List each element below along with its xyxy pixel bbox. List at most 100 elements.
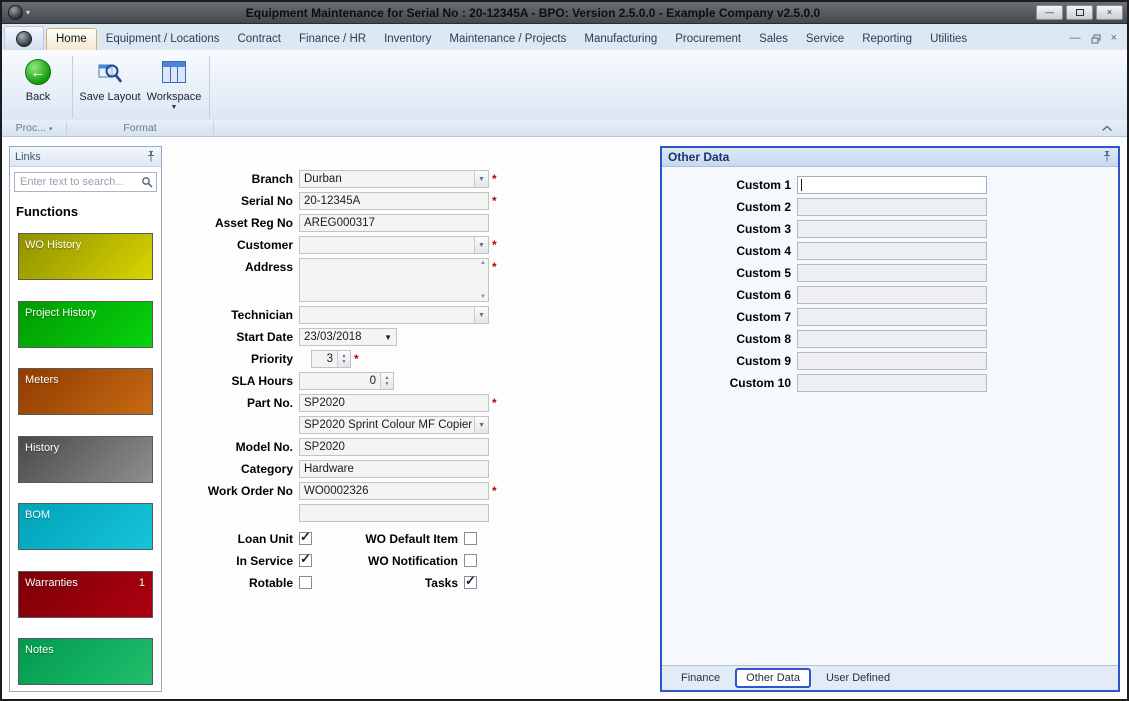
custom-7-label: Custom 7: [736, 310, 791, 324]
custom-5-field[interactable]: [797, 264, 987, 282]
priority-stepper[interactable]: 3 ▲ ▼: [311, 350, 351, 368]
part-no-field[interactable]: SP2020: [299, 394, 489, 412]
child-minimize-icon[interactable]: —: [1070, 33, 1081, 44]
tab-sales[interactable]: Sales: [750, 29, 797, 50]
search-input[interactable]: [18, 175, 141, 189]
custom-5-label: Custom 5: [736, 266, 791, 280]
app-icon: [8, 5, 23, 20]
sla-hours-stepper[interactable]: 0 ▲ ▼: [299, 372, 394, 390]
spin-down-icon[interactable]: ▼: [385, 381, 390, 387]
save-layout-button[interactable]: Save Layout: [77, 54, 143, 103]
quick-access-caret-icon[interactable]: ▾: [26, 8, 30, 17]
address-field[interactable]: ▲ ▼: [299, 258, 489, 302]
pin-icon[interactable]: [146, 150, 156, 163]
spin-down-icon[interactable]: ▼: [342, 359, 347, 365]
tile-bom[interactable]: BOM: [18, 503, 153, 550]
custom-4-field[interactable]: [797, 242, 987, 260]
tab-manufacturing[interactable]: Manufacturing: [575, 29, 666, 50]
tile-wo-history[interactable]: WO History: [18, 233, 153, 280]
custom-2-field[interactable]: [797, 198, 987, 216]
part-description-combo[interactable]: SP2020 Sprint Colour MF Copier ▼: [299, 416, 489, 434]
model-no-label: Model No.: [235, 440, 293, 454]
pin-icon[interactable]: [1102, 151, 1112, 163]
tab-user-defined[interactable]: User Defined: [815, 668, 901, 688]
tile-history[interactable]: History: [18, 435, 153, 483]
tasks-checkbox[interactable]: ✓: [464, 573, 477, 589]
tab-service[interactable]: Service: [797, 29, 853, 50]
back-icon: ←: [25, 59, 51, 85]
tile-notes[interactable]: Notes: [18, 638, 153, 685]
branch-label: Branch: [251, 172, 293, 186]
maximize-button[interactable]: [1066, 5, 1093, 20]
custom-10-field[interactable]: [797, 374, 987, 392]
required-marker: *: [492, 172, 497, 186]
custom-8-field[interactable]: [797, 330, 987, 348]
ribbon-tab-row: Home Equipment / Locations Contract Fina…: [2, 24, 1127, 50]
chevron-down-icon[interactable]: ▼: [474, 171, 488, 187]
back-button[interactable]: ← Back: [8, 54, 68, 103]
wo-notification-checkbox[interactable]: [464, 554, 477, 567]
rotable-label: Rotable: [248, 575, 293, 590]
in-service-checkbox[interactable]: ✓: [299, 551, 312, 567]
custom-3-field[interactable]: [797, 220, 987, 238]
tab-procurement[interactable]: Procurement: [666, 29, 750, 50]
category-field[interactable]: Hardware: [299, 460, 489, 478]
tile-meters[interactable]: Meters: [18, 368, 153, 415]
search-icon[interactable]: [141, 176, 153, 188]
close-button[interactable]: ×: [1096, 5, 1123, 20]
tile-project-history[interactable]: Project History: [18, 300, 153, 348]
rotable-checkbox[interactable]: [299, 576, 312, 589]
chevron-down-icon[interactable]: ▼: [384, 333, 396, 342]
tab-reporting[interactable]: Reporting: [853, 29, 921, 50]
chevron-down-icon[interactable]: ▼: [474, 237, 488, 253]
chevron-down-icon[interactable]: ▼: [474, 307, 488, 323]
serial-no-field[interactable]: 20-12345A: [299, 192, 489, 210]
customer-combo[interactable]: ▼: [299, 236, 489, 254]
branch-combo[interactable]: Durban ▼: [299, 170, 489, 188]
custom-6-field[interactable]: [797, 286, 987, 304]
scroll-up-icon[interactable]: ▲: [480, 260, 486, 266]
start-date-picker[interactable]: 23/03/2018 ▼: [299, 328, 397, 346]
category-label: Category: [240, 462, 293, 476]
asset-reg-no-field[interactable]: AREG000317: [299, 214, 489, 232]
other-data-tab-strip: Finance Other Data User Defined: [662, 665, 1118, 690]
maximize-icon: [1075, 9, 1084, 16]
minimize-button[interactable]: —: [1036, 5, 1063, 20]
tile-badge: 1: [138, 576, 145, 589]
workspace-button[interactable]: Workspace ▼: [143, 54, 205, 111]
tile-warranties[interactable]: Warranties 1: [18, 570, 153, 618]
model-no-field[interactable]: SP2020: [299, 438, 489, 456]
technician-label: Technician: [231, 308, 293, 322]
collapse-ribbon-icon[interactable]: [1101, 125, 1113, 132]
loan-unit-checkbox[interactable]: ✓: [299, 529, 312, 545]
group-format-label: Format: [123, 122, 157, 134]
tab-equipment-locations[interactable]: Equipment / Locations: [97, 29, 229, 50]
wo-default-item-checkbox[interactable]: [464, 532, 477, 545]
tab-finance-hr[interactable]: Finance / HR: [290, 29, 375, 50]
child-close-icon[interactable]: ×: [1111, 33, 1117, 44]
custom-9-field[interactable]: [797, 352, 987, 370]
tab-contract[interactable]: Contract: [228, 29, 289, 50]
required-marker: *: [354, 352, 359, 366]
tab-home[interactable]: Home: [46, 28, 97, 50]
check-icon: ✓: [300, 551, 311, 566]
tab-other-data[interactable]: Other Data: [735, 668, 811, 688]
tab-inventory[interactable]: Inventory: [375, 29, 440, 50]
app-menu-button[interactable]: [4, 26, 44, 50]
scroll-down-icon[interactable]: ▼: [480, 294, 486, 300]
tab-finance[interactable]: Finance: [670, 668, 731, 688]
custom-1-field[interactable]: [797, 176, 987, 194]
custom-7-field[interactable]: [797, 308, 987, 326]
work-order-description-field[interactable]: [299, 504, 489, 522]
work-order-no-field[interactable]: WO0002326: [299, 482, 489, 500]
technician-combo[interactable]: ▼: [299, 306, 489, 324]
group-overflow-icon[interactable]: ▾: [49, 126, 53, 133]
tab-maintenance-projects[interactable]: Maintenance / Projects: [440, 29, 575, 50]
child-restore-icon[interactable]: [1091, 34, 1101, 44]
tab-utilities[interactable]: Utilities: [921, 29, 976, 50]
chevron-down-icon[interactable]: ▼: [474, 417, 488, 433]
workspace-dropdown-icon[interactable]: ▼: [171, 104, 178, 111]
save-layout-label: Save Layout: [79, 91, 141, 103]
ribbon: ← Back Save Layout Workspace ▼: [2, 50, 1127, 120]
check-icon: ✓: [300, 529, 311, 544]
